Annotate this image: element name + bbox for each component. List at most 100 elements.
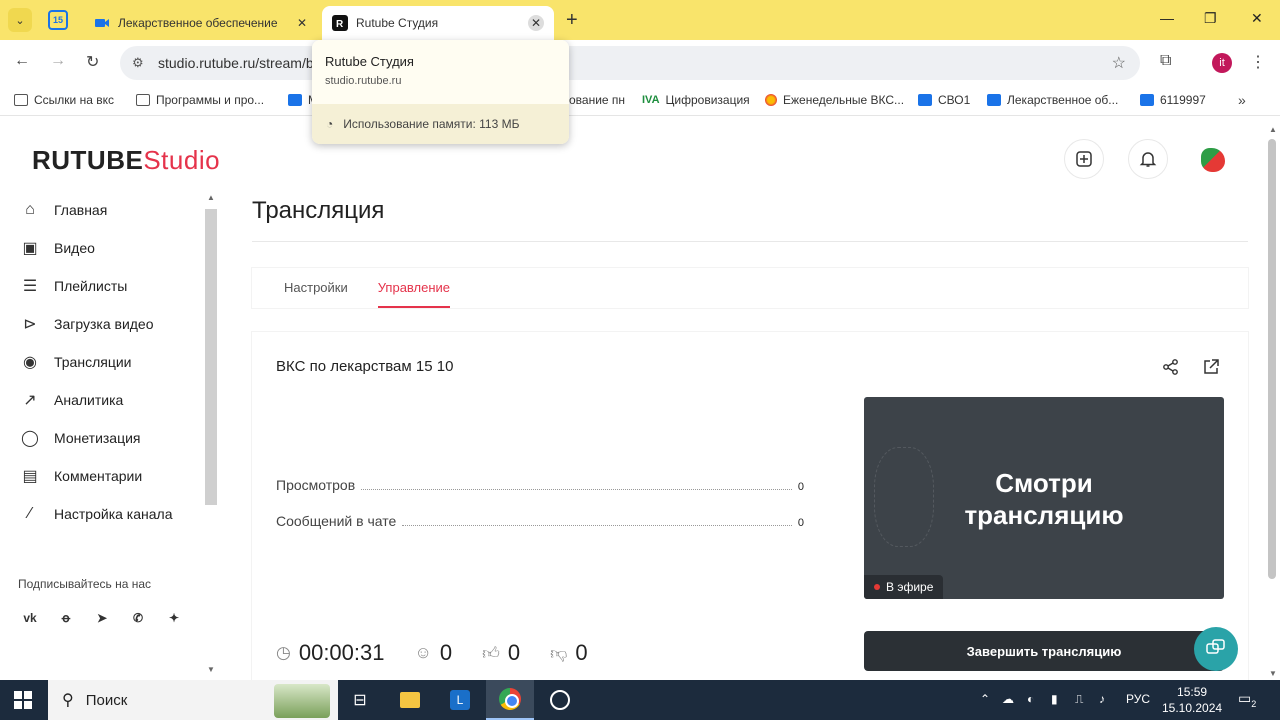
reload-icon[interactable]: ↻ (86, 52, 99, 72)
svg-text:R: R (336, 19, 344, 30)
viewers-metric: ☺ 0 (414, 640, 453, 665)
tray-expand-icon[interactable]: ⌃ (980, 692, 990, 706)
thumbs-up-icon: 👍︎ (482, 643, 500, 663)
ok-icon[interactable]: ꝋ (54, 606, 78, 630)
tab-rutube-studio[interactable]: R Rutube Студия ✕ (322, 6, 554, 40)
sidebar-item-home[interactable]: ⌂ Главная (0, 191, 205, 229)
sidebar-item-channel-settings[interactable]: ⁄ Настройка канала (0, 495, 205, 533)
taskbar-search[interactable]: ⚲ Поиск (48, 680, 338, 720)
lync-icon[interactable]: L (436, 680, 484, 720)
scroll-down-icon[interactable]: ▼ (207, 665, 215, 674)
open-external-icon[interactable] (1202, 358, 1220, 381)
tab-management[interactable]: Управление (377, 268, 451, 308)
forward-icon[interactable]: → (50, 52, 66, 70)
sidebar-item-label: Монетизация (54, 430, 141, 446)
tab-close-icon[interactable]: ✕ (528, 15, 544, 31)
url-text[interactable]: studio.rutube.ru/stream/b (158, 55, 314, 71)
stream-preview[interactable]: Смотри трансляцию В эфире (864, 397, 1224, 599)
sidebar-item-playlists[interactable]: ☰ Плейлисты (0, 267, 205, 305)
network-icon[interactable]: ⎍ (1075, 692, 1083, 707)
chrome-taskbar-icon[interactable] (486, 680, 534, 720)
leader-dots (402, 525, 792, 526)
bookmark-item[interactable]: ование пн (569, 93, 625, 107)
chat-messages-stat: Сообщений в чате 0 (276, 513, 804, 529)
upload-icon: ⊳ (23, 316, 37, 333)
channel-avatar[interactable] (1196, 143, 1230, 177)
minimize-button[interactable]: — (1160, 10, 1174, 26)
microphone-icon[interactable]: ▮ (1051, 692, 1058, 706)
tray-app-icon[interactable]: ☁ (1002, 692, 1014, 706)
more-socials-icon[interactable]: ✦ (162, 606, 186, 630)
sidebar-scrollbar[interactable]: ▲ ▼ (205, 191, 217, 676)
volume-icon[interactable]: ♪ (1099, 692, 1105, 706)
scroll-down-icon[interactable]: ▼ (1269, 669, 1277, 678)
bookmark-folder[interactable]: Ссылки на вкс (14, 93, 114, 107)
tab-lekarstvennoe[interactable]: Лекарственное обеспечение ✕ (84, 6, 320, 40)
wand-icon: ⁄ (28, 505, 32, 522)
new-tab-button[interactable]: + (566, 9, 578, 32)
telegram-icon[interactable]: ➤ (90, 606, 114, 630)
bookmark-star-icon[interactable]: ☆ (1112, 53, 1126, 73)
bookmark-label: Программы и про... (156, 93, 265, 107)
language-indicator[interactable]: РУС (1126, 692, 1150, 706)
divider (252, 241, 1248, 242)
site-info-icon[interactable]: ⚙ (132, 55, 150, 71)
scroll-up-icon[interactable]: ▲ (1269, 125, 1277, 134)
scroll-up-icon[interactable]: ▲ (207, 193, 215, 202)
system-clock[interactable]: 15:59 15.10.2024 (1162, 684, 1222, 716)
browser-menu-icon[interactable]: ⋮ (1250, 52, 1266, 72)
end-stream-button[interactable]: Завершить трансляцию (864, 631, 1224, 671)
camera-icon (918, 94, 932, 106)
page-scrollbar[interactable]: ▲ ▼ (1266, 125, 1278, 680)
notification-center-icon[interactable]: ▭2 (1238, 690, 1256, 709)
bookmark-item[interactable]: Еженедельные ВКС... (765, 93, 904, 107)
bookmark-label: Лекарственное об... (1007, 93, 1119, 107)
support-chat-button[interactable] (1194, 627, 1238, 671)
tray-app-icon[interactable]: ◐ (1027, 692, 1034, 706)
live-badge: В эфире (864, 575, 944, 599)
task-view-icon[interactable]: ⊟ (336, 680, 384, 720)
camera-icon (1140, 94, 1154, 106)
tab-close-icon[interactable]: ✕ (294, 15, 310, 31)
add-content-button[interactable] (1064, 139, 1104, 179)
folder-icon (136, 94, 150, 106)
close-window-button[interactable]: ✕ (1251, 10, 1263, 27)
sidebar-item-video[interactable]: ▣ Видео (0, 229, 205, 267)
recorder-app-icon[interactable] (536, 680, 584, 720)
profile-avatar[interactable]: it (1212, 53, 1232, 73)
scrollbar-thumb[interactable] (205, 209, 217, 505)
tab-label: Лекарственное обеспечение (118, 16, 278, 30)
windows-start-icon[interactable] (14, 691, 32, 709)
calendar-pinned-tab[interactable]: 15 (48, 10, 68, 30)
restore-button[interactable]: ❐ (1204, 10, 1217, 27)
sidebar-item-label: Трансляции (54, 354, 132, 370)
bookmark-folder[interactable]: Программы и про... (136, 93, 264, 107)
bookmark-item[interactable]: СВО1 (918, 93, 970, 107)
rutube-studio-logo[interactable]: RUTUBEStudio (32, 145, 220, 176)
tab-search-button[interactable]: ⌄ (8, 8, 32, 32)
more-bookmarks-icon[interactable]: » (1238, 92, 1246, 108)
thumbs-down-icon: 👎︎ (550, 643, 568, 663)
bookmark-item[interactable]: 6119997 (1140, 93, 1206, 107)
sidebar-item-upload[interactable]: ⊳ Загрузка видео (0, 305, 205, 343)
back-icon[interactable]: ← (14, 52, 30, 70)
scrollbar-thumb[interactable] (1268, 139, 1276, 579)
sidebar-item-monetization[interactable]: ◯ Монетизация (0, 419, 205, 457)
meet-camera-icon (95, 19, 109, 27)
address-bar[interactable]: ⚙ studio.rutube.ru/stream/b ☆ (120, 46, 1140, 80)
viber-icon[interactable]: ✆ (126, 606, 150, 630)
tab-settings[interactable]: Настройки (284, 268, 348, 308)
sidebar-item-analytics[interactable]: ↗ Аналитика (0, 381, 205, 419)
playlist-icon: ☰ (22, 278, 38, 295)
bookmark-item[interactable]: IVA Цифровизация (642, 93, 750, 107)
sidebar-item-comments[interactable]: ▤ Комментарии (0, 457, 205, 495)
vk-icon[interactable]: vk (18, 606, 42, 630)
analytics-icon: ↗ (23, 392, 37, 409)
file-explorer-icon[interactable] (386, 680, 434, 720)
colorful-icon (765, 94, 777, 106)
notifications-button[interactable] (1128, 139, 1168, 179)
sidebar-item-broadcasts[interactable]: ◉ Трансляции (0, 343, 205, 381)
share-icon[interactable] (1162, 358, 1180, 381)
bookmark-item[interactable]: Лекарственное об... (987, 93, 1118, 107)
extensions-icon[interactable]: ⧉ (1160, 52, 1171, 70)
